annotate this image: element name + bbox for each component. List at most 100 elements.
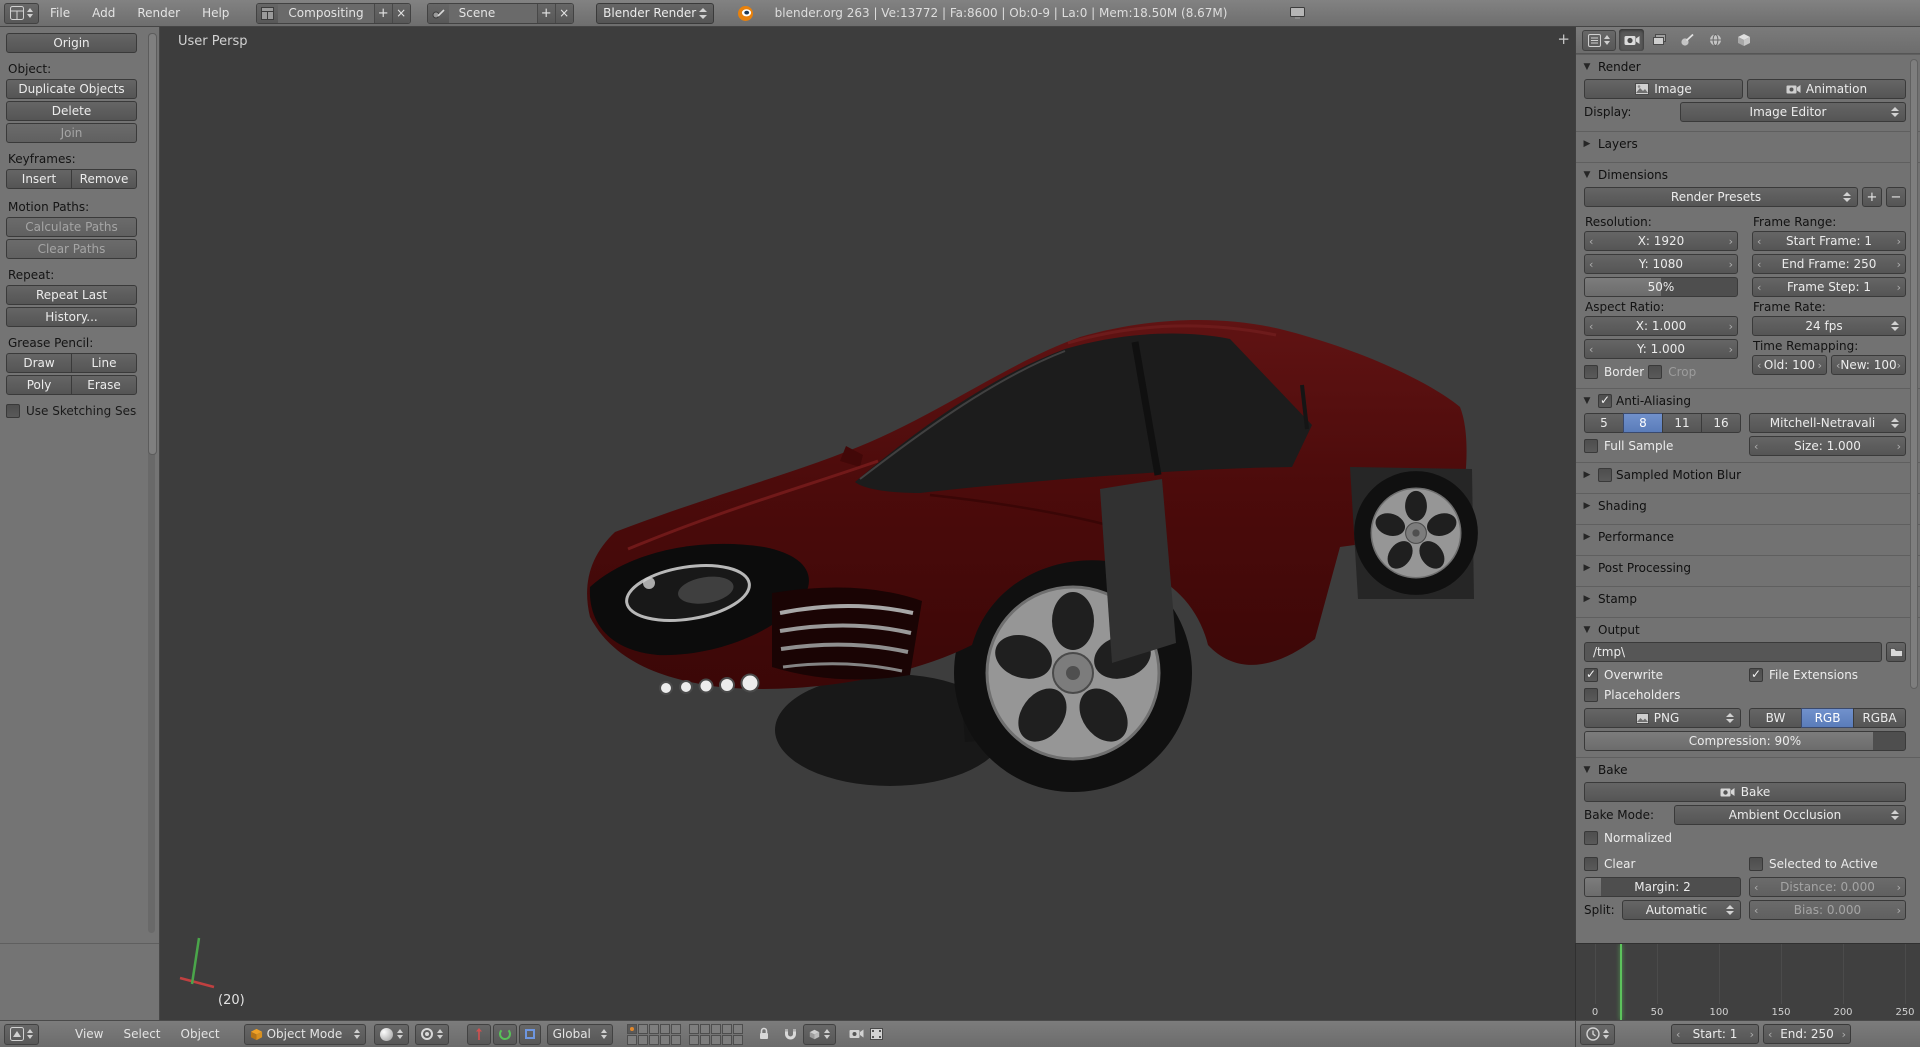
manipulator-rotate-button[interactable] xyxy=(492,1023,517,1045)
layer-toggle[interactable] xyxy=(670,1034,681,1045)
grease-draw-button[interactable]: Draw xyxy=(6,353,72,373)
resolution-x-field[interactable]: X: 1920 xyxy=(1584,231,1738,251)
time-remap-new-field[interactable]: New: 100 xyxy=(1831,355,1906,375)
scene-name[interactable]: Scene xyxy=(448,3,537,23)
viewport-editor-type-button[interactable] xyxy=(4,1023,39,1045)
dimensions-panel-header[interactable]: ▼ Dimensions xyxy=(1582,163,1906,187)
border-checkbox[interactable]: Border xyxy=(1584,362,1644,382)
file-extensions-checkbox[interactable]: File Extensions xyxy=(1749,665,1906,685)
layer-toggle[interactable] xyxy=(626,1034,637,1045)
layer-toggle[interactable] xyxy=(670,1023,681,1034)
bake-button[interactable]: Bake xyxy=(1584,782,1906,802)
remove-keyframe-button[interactable]: Remove xyxy=(71,169,137,189)
pivot-point-dropdown[interactable] xyxy=(414,1023,449,1045)
compression-slider[interactable]: Compression: 90% xyxy=(1584,731,1906,751)
aa-samples-11-button[interactable]: 11 xyxy=(1662,413,1702,433)
opengl-render-anim-button[interactable] xyxy=(867,1024,886,1045)
menu-render[interactable]: Render xyxy=(126,0,191,26)
lock-button[interactable] xyxy=(755,1024,773,1045)
layer-toggle[interactable] xyxy=(626,1023,637,1034)
add-scene-button[interactable] xyxy=(536,3,555,23)
region-expand-icon[interactable] xyxy=(1557,30,1570,48)
file-format-dropdown[interactable]: PNG xyxy=(1584,708,1741,728)
selected-to-active-checkbox[interactable]: Selected to Active xyxy=(1749,854,1906,874)
use-sketching-checkbox[interactable]: Use Sketching Sessio xyxy=(6,401,137,421)
aa-size-field[interactable]: Size: 1.000 xyxy=(1749,436,1906,456)
color-mode-bw-button[interactable]: BW xyxy=(1749,708,1802,728)
browse-folder-button[interactable] xyxy=(1886,642,1906,662)
layer-toggle[interactable] xyxy=(637,1023,648,1034)
opengl-render-still-button[interactable] xyxy=(846,1024,867,1045)
browse-scene-icon[interactable] xyxy=(427,3,449,23)
time-remap-old-field[interactable]: Old: 100 xyxy=(1752,355,1827,375)
clear-checkbox[interactable]: Clear xyxy=(1584,854,1741,874)
normalized-checkbox[interactable]: Normalized xyxy=(1584,828,1906,848)
aspect-x-field[interactable]: X: 1.000 xyxy=(1584,316,1738,336)
tab-scene[interactable] xyxy=(1675,29,1700,51)
layer-toggle[interactable] xyxy=(637,1034,648,1045)
stamp-panel-header[interactable]: ▶ Stamp xyxy=(1582,587,1906,611)
grease-poly-button[interactable]: Poly xyxy=(6,375,72,395)
aa-samples-5-button[interactable]: 5 xyxy=(1584,413,1624,433)
delete-layout-button[interactable] xyxy=(391,3,410,23)
browse-layout-icon[interactable] xyxy=(257,3,279,23)
layer-toggle[interactable] xyxy=(659,1023,670,1034)
screen-layout-name[interactable]: Compositing xyxy=(278,3,374,23)
menu-help[interactable]: Help xyxy=(191,0,240,26)
bake-panel-header[interactable]: ▼ Bake xyxy=(1582,758,1906,782)
layer-toggle[interactable] xyxy=(688,1034,699,1045)
fps-dropdown[interactable]: 24 fps xyxy=(1752,316,1906,336)
crop-checkbox[interactable]: Crop xyxy=(1648,362,1696,382)
menu-select[interactable]: Select xyxy=(113,1027,170,1041)
bias-field[interactable]: Bias: 0.000 xyxy=(1749,900,1906,920)
overwrite-checkbox[interactable]: Overwrite xyxy=(1584,665,1741,685)
margin-slider[interactable]: Margin: 2 xyxy=(1584,877,1741,897)
origin-button[interactable]: Origin xyxy=(6,33,137,53)
preset-remove-button[interactable] xyxy=(1886,187,1906,207)
render-presets-dropdown[interactable]: Render Presets xyxy=(1584,187,1858,207)
timeline-end-field[interactable]: End: 250 xyxy=(1763,1024,1851,1044)
repeat-last-button[interactable]: Repeat Last xyxy=(6,285,137,305)
properties-scrollbar[interactable] xyxy=(1910,59,1918,689)
mode-dropdown[interactable]: Object Mode xyxy=(243,1023,366,1045)
properties-editor-type-button[interactable] xyxy=(1582,29,1616,51)
aa-samples-16-button[interactable]: 16 xyxy=(1701,413,1741,433)
layer-toggle[interactable] xyxy=(732,1034,743,1045)
grease-erase-button[interactable]: Erase xyxy=(71,375,137,395)
add-layout-button[interactable] xyxy=(373,3,392,23)
monitor-icon[interactable] xyxy=(1287,3,1308,24)
layer-toggle[interactable] xyxy=(688,1023,699,1034)
tab-render[interactable] xyxy=(1619,29,1644,51)
car-model[interactable] xyxy=(160,27,1575,1020)
editor-type-button[interactable] xyxy=(4,2,39,24)
tab-object[interactable] xyxy=(1731,29,1756,51)
history-button[interactable]: History... xyxy=(6,307,137,327)
manipulator-translate-button[interactable] xyxy=(466,1023,491,1045)
snap-element-dropdown[interactable] xyxy=(802,1023,836,1045)
tab-render-layers[interactable] xyxy=(1647,29,1672,51)
menu-add[interactable]: Add xyxy=(81,0,126,26)
layer-toggle[interactable] xyxy=(699,1023,710,1034)
menu-view[interactable]: View xyxy=(65,1027,113,1041)
render-panel-header[interactable]: ▼ Render xyxy=(1582,55,1906,79)
join-button[interactable]: Join xyxy=(6,123,137,143)
full-sample-checkbox[interactable]: Full Sample xyxy=(1584,436,1741,456)
color-mode-rgba-button[interactable]: RGBA xyxy=(1853,708,1906,728)
orientation-dropdown[interactable]: Global xyxy=(546,1023,613,1045)
layer-toggle[interactable] xyxy=(710,1023,721,1034)
layer-toggle[interactable] xyxy=(648,1034,659,1045)
bake-mode-dropdown[interactable]: Ambient Occlusion xyxy=(1674,805,1906,825)
resolution-percentage-slider[interactable]: 50% xyxy=(1584,277,1738,297)
aspect-y-field[interactable]: Y: 1.000 xyxy=(1584,339,1738,359)
manipulator-scale-button[interactable] xyxy=(518,1023,541,1045)
output-panel-header[interactable]: ▼ Output xyxy=(1582,618,1906,642)
frame-step-field[interactable]: Frame Step: 1 xyxy=(1752,277,1906,297)
post-processing-panel-header[interactable]: ▶ Post Processing xyxy=(1582,556,1906,580)
menu-file[interactable]: File xyxy=(39,0,81,26)
split-dropdown[interactable]: Automatic xyxy=(1622,900,1741,920)
duplicate-objects-button[interactable]: Duplicate Objects xyxy=(6,79,137,99)
layer-toggle[interactable] xyxy=(648,1023,659,1034)
timeline-editor-type-button[interactable] xyxy=(1580,1023,1615,1045)
viewport-3d[interactable]: User Persp (20) xyxy=(160,27,1575,1020)
anti-aliasing-checkbox[interactable] xyxy=(1598,391,1612,411)
